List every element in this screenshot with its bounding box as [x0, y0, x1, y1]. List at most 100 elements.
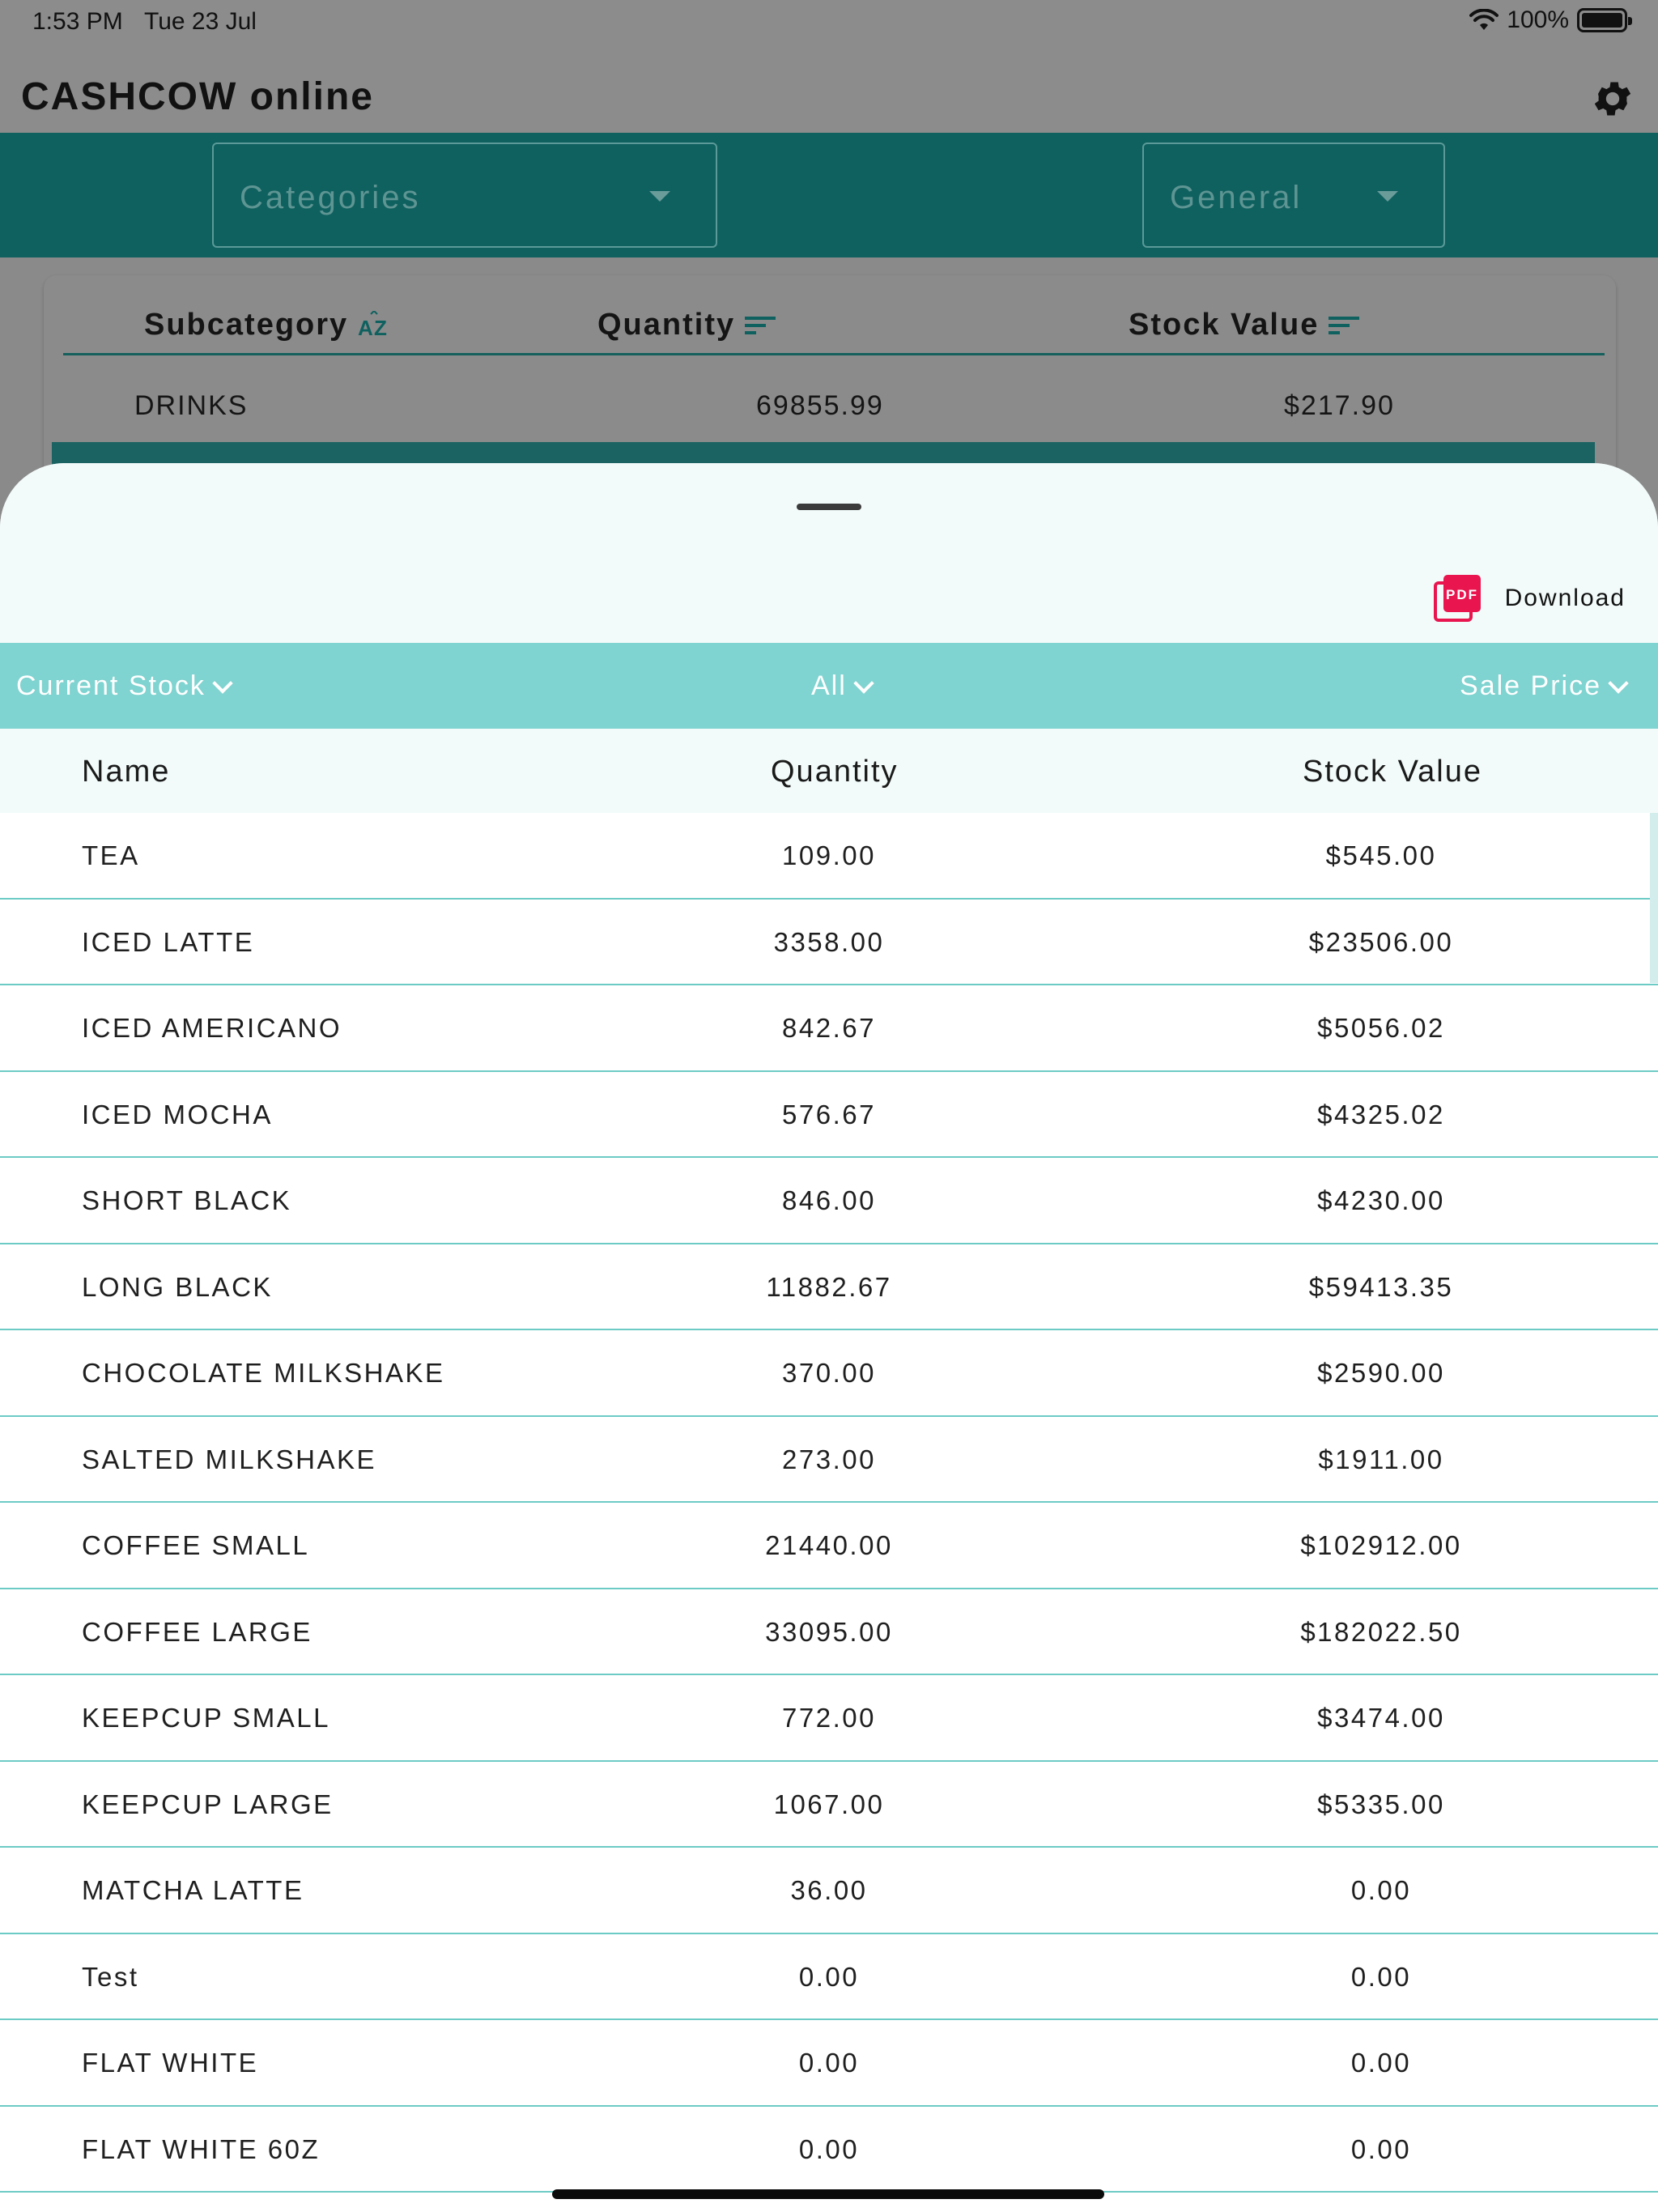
- table-row[interactable]: TEA 109.00 $545.00: [0, 813, 1658, 900]
- row-name: ICED AMERICANO: [82, 1013, 342, 1043]
- row-stock-value: $3474.00: [1317, 1703, 1445, 1733]
- general-dropdown-label: General: [1170, 180, 1303, 215]
- table-row[interactable]: KEEPCUP LARGE 1067.00 $5335.00: [0, 1762, 1658, 1848]
- row-stock-value: $59413.35: [1308, 1271, 1454, 1302]
- sort-lines-icon: [745, 316, 776, 334]
- table-row[interactable]: ICED MOCHA 576.67 $4325.02: [0, 1072, 1658, 1158]
- subcategory-header[interactable]: Subcategory A Z: [144, 308, 393, 342]
- table-row[interactable]: KEEPCUP SMALL 772.00 $3474.00: [0, 1675, 1658, 1762]
- column-header-stock-value: Stock Value: [1303, 755, 1482, 789]
- sheet-header: PDF Download: [0, 463, 1658, 643]
- table-row[interactable]: LONG BLACK 11882.67 $59413.35: [0, 1244, 1658, 1330]
- wifi-icon: [1469, 9, 1499, 30]
- status-date: Tue 23 Jul: [144, 8, 257, 35]
- row-quantity: 3358.00: [773, 926, 885, 957]
- sale-price-label: Sale Price: [1460, 670, 1601, 701]
- summary-row-name: DRINKS: [134, 390, 249, 421]
- row-stock-value: $1911.00: [1318, 1444, 1444, 1474]
- download-label: Download: [1504, 585, 1626, 611]
- general-dropdown[interactable]: General: [1142, 143, 1445, 248]
- row-stock-value: $102912.00: [1300, 1530, 1462, 1560]
- row-quantity: 21440.00: [765, 1530, 893, 1560]
- row-name: SALTED MILKSHAKE: [82, 1444, 376, 1474]
- row-quantity: 33095.00: [765, 1616, 893, 1647]
- row-stock-value: 0.00: [1350, 1875, 1412, 1905]
- summary-card: Subcategory A Z Quantity Stock Value DRI…: [44, 275, 1616, 486]
- app-title: CASHCOW online: [21, 75, 374, 118]
- table-header: Name Quantity Stock Value: [0, 729, 1658, 813]
- summary-row-stock-value: $217.90: [1284, 390, 1395, 421]
- caret-down-icon: [1377, 191, 1398, 202]
- sort-lines-icon: [1329, 316, 1360, 334]
- scope-label: All: [811, 670, 847, 701]
- row-stock-value: $4325.02: [1317, 1099, 1445, 1129]
- row-name: Test: [82, 1961, 139, 1992]
- table-row[interactable]: Test 0.00 0.00: [0, 1934, 1658, 2020]
- svg-text:Z: Z: [374, 316, 389, 340]
- header-divider: [63, 353, 1605, 355]
- sheet-grabber[interactable]: [797, 504, 861, 510]
- row-quantity: 11882.67: [766, 1271, 892, 1302]
- row-name: KEEPCUP LARGE: [82, 1789, 334, 1819]
- row-name: COFFEE LARGE: [82, 1616, 312, 1647]
- table-row[interactable]: ICED LATTE 3358.00 $23506.00: [0, 900, 1658, 985]
- row-name: MATCHA LATTE: [82, 1875, 304, 1905]
- current-stock-label: Current Stock: [16, 670, 206, 701]
- table-row[interactable]: MATCHA LATTE 36.00 0.00: [0, 1848, 1658, 1934]
- row-name: FLAT WHITE: [82, 2048, 259, 2078]
- row-quantity: 0.00: [798, 2133, 860, 2164]
- status-time: 1:53 PM: [32, 8, 123, 35]
- app-bar: CASHCOW online: [0, 45, 1658, 133]
- sale-price-dropdown[interactable]: Sale Price: [1460, 670, 1629, 702]
- gear-icon[interactable]: [1590, 76, 1635, 121]
- row-name: ICED MOCHA: [82, 1099, 273, 1129]
- table-row[interactable]: COFFEE SMALL 21440.00 $102912.00: [0, 1503, 1658, 1589]
- row-quantity: 273.00: [782, 1444, 876, 1474]
- battery-icon: [1577, 8, 1632, 32]
- battery-percent: 100%: [1507, 6, 1569, 33]
- stock-value-header-label: Stock Value: [1129, 308, 1320, 342]
- quantity-header[interactable]: Quantity: [597, 308, 777, 342]
- row-stock-value: $2590.00: [1317, 1358, 1445, 1388]
- table-row[interactable]: COFFEE LARGE 33095.00 $182022.50: [0, 1589, 1658, 1675]
- table-row[interactable]: ICED AMERICANO 842.67 $5056.02: [0, 985, 1658, 1072]
- row-stock-value: 0.00: [1350, 2133, 1412, 2164]
- row-quantity: 576.67: [782, 1099, 876, 1129]
- status-indicators: 100%: [1469, 6, 1632, 34]
- categories-dropdown[interactable]: Categories: [212, 143, 717, 248]
- sheet-filter-bar: Current Stock All Sale Price: [0, 643, 1658, 729]
- row-quantity: 772.00: [782, 1703, 876, 1733]
- filter-band: Categories General: [0, 133, 1658, 257]
- scope-dropdown[interactable]: All: [811, 670, 874, 702]
- home-indicator[interactable]: [552, 2189, 1104, 2199]
- row-stock-value: $4230.00: [1317, 1185, 1445, 1215]
- svg-text:A: A: [358, 316, 375, 340]
- stock-table-body: TEA 109.00 $545.00 ICED LATTE 3358.00 $23506…: [0, 813, 1658, 2193]
- scrollbar[interactable]: [1650, 813, 1658, 983]
- column-header-name: Name: [82, 755, 171, 789]
- bottom-sheet: PDF Download Current Stock All Sale Pric…: [0, 463, 1658, 2212]
- subcategory-header-label: Subcategory: [144, 308, 349, 342]
- row-quantity: 370.00: [782, 1358, 876, 1388]
- quantity-header-label: Quantity: [597, 308, 736, 342]
- table-row[interactable]: FLAT WHITE 0.00 0.00: [0, 2020, 1658, 2107]
- pdf-icon: PDF: [1433, 575, 1481, 622]
- column-header-quantity: Quantity: [771, 755, 899, 789]
- row-name: SHORT BLACK: [82, 1185, 292, 1215]
- row-stock-value: $5335.00: [1317, 1789, 1445, 1819]
- table-row[interactable]: CHOCOLATE MILKSHAKE 370.00 $2590.00: [0, 1330, 1658, 1417]
- row-quantity: 0.00: [798, 2048, 860, 2078]
- chevron-down-icon: [212, 672, 233, 694]
- table-row[interactable]: FLAT WHITE 60Z 0.00 0.00: [0, 2107, 1658, 2193]
- row-name: ICED LATTE: [82, 926, 255, 957]
- row-stock-value: 0.00: [1350, 2048, 1412, 2078]
- table-row[interactable]: SALTED MILKSHAKE 273.00 $1911.00: [0, 1417, 1658, 1503]
- categories-dropdown-label: Categories: [240, 180, 421, 215]
- table-row[interactable]: SHORT BLACK 846.00 $4230.00: [0, 1158, 1658, 1244]
- row-name: FLAT WHITE 60Z: [82, 2133, 321, 2164]
- download-pdf-button[interactable]: PDF Download: [1433, 575, 1626, 622]
- row-quantity: 846.00: [782, 1185, 876, 1215]
- stock-value-header[interactable]: Stock Value: [1129, 308, 1361, 342]
- current-stock-dropdown[interactable]: Current Stock: [16, 670, 233, 702]
- chevron-down-icon: [1608, 672, 1629, 694]
